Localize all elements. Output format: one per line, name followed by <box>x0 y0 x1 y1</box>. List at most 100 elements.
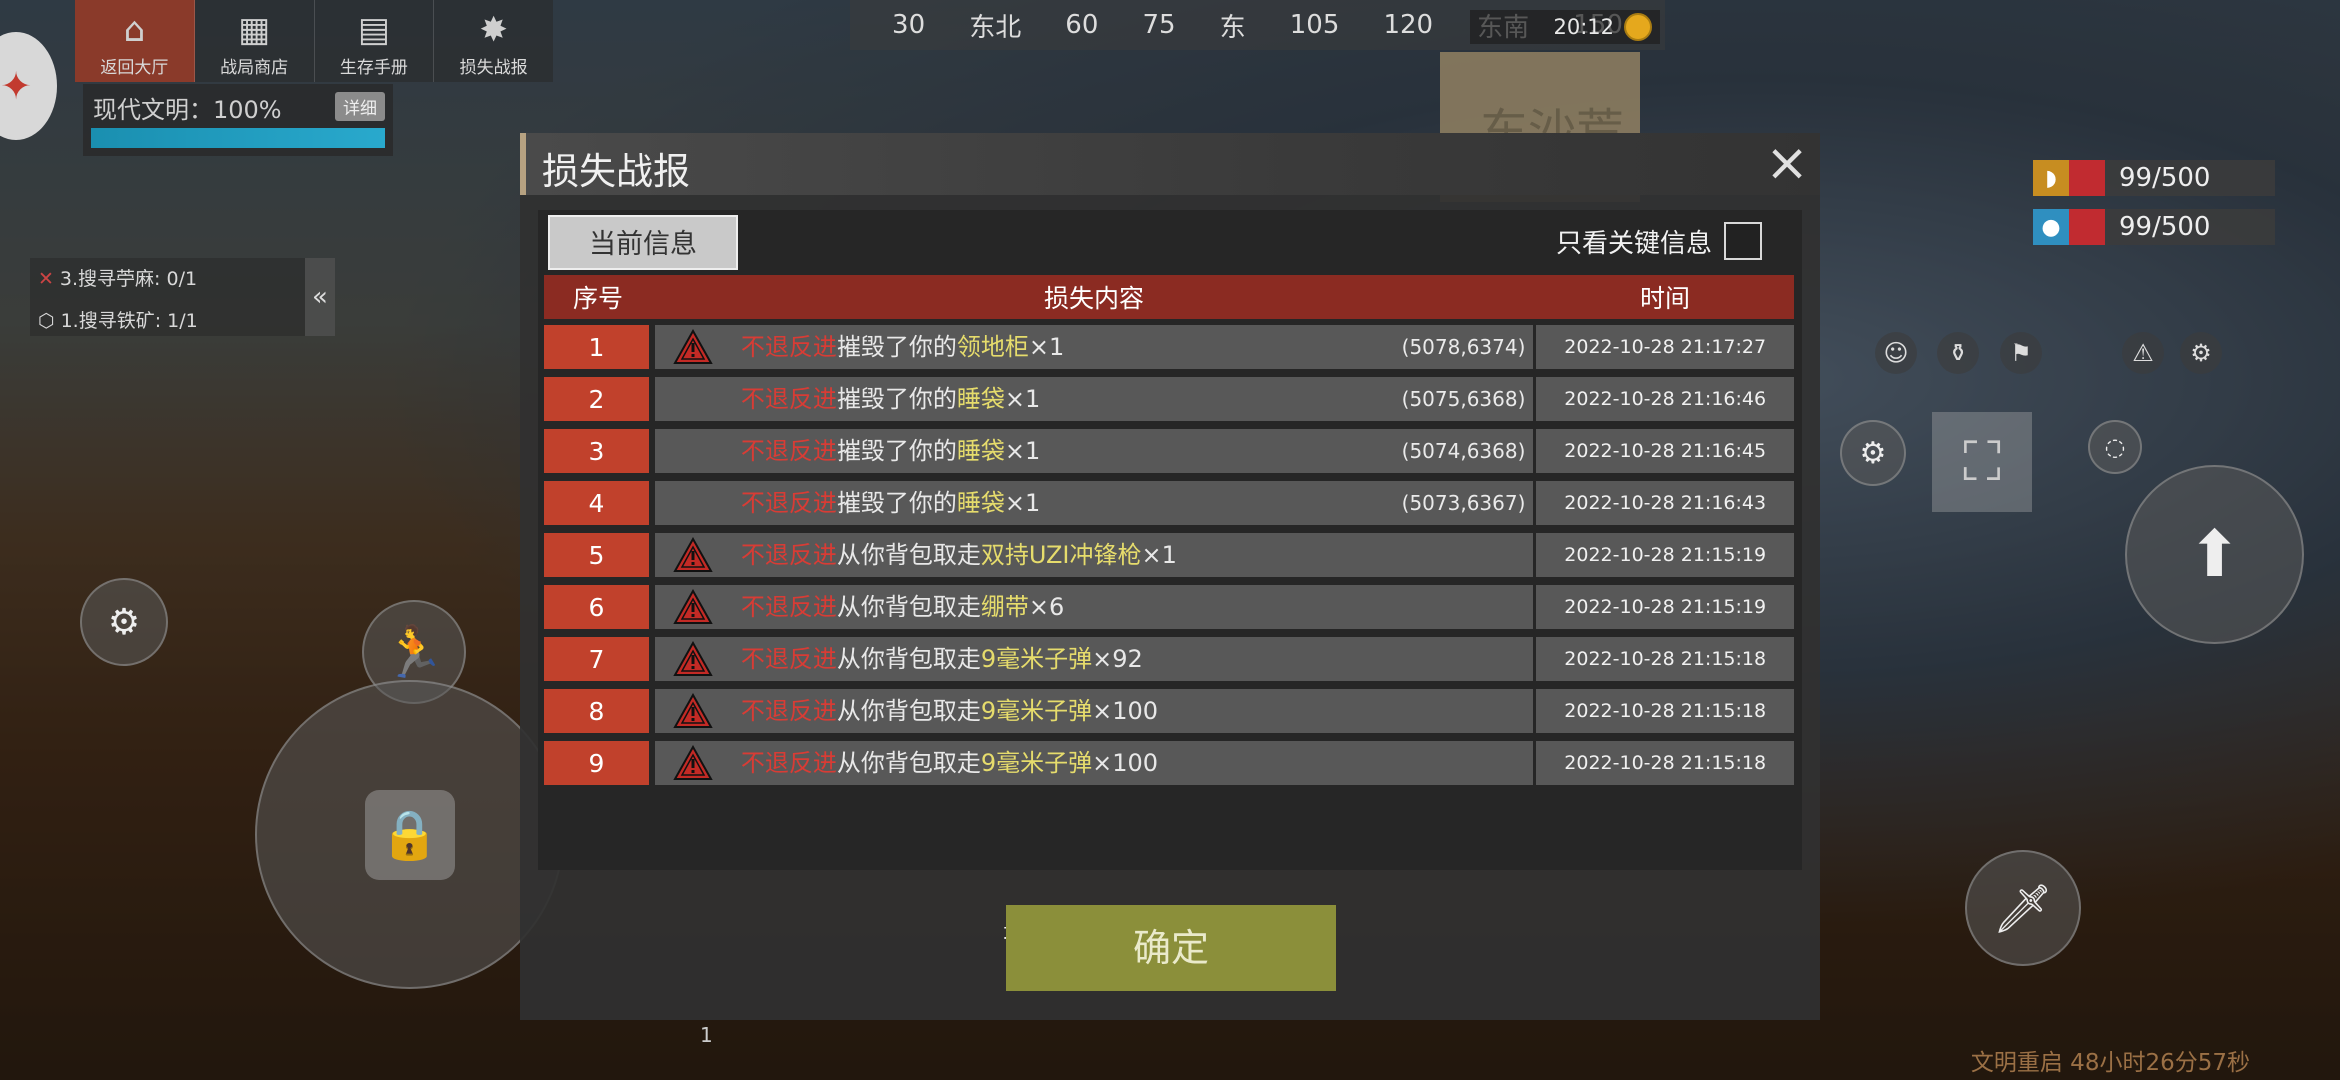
row-text: 不退反进摧毁了你的睡袋×1 <box>741 377 1040 421</box>
warning-icon <box>673 692 713 729</box>
dialog-title: 损失战报 <box>542 150 690 193</box>
item-name: 双持UZI冲锋枪 <box>980 541 1142 569</box>
confirm-button[interactable]: 确定 <box>1006 905 1336 991</box>
row-text: 不退反进摧毁了你的睡袋×1 <box>741 429 1040 473</box>
bottle-icon[interactable]: ⚱ <box>1937 332 1979 374</box>
key-info-checkbox[interactable] <box>1724 222 1762 260</box>
civilization-progress-fill <box>91 128 385 148</box>
knife-attack-button[interactable]: 🗡 <box>1965 850 2081 966</box>
map-gear-icon[interactable]: ⚙ <box>80 578 168 666</box>
key-info-filter[interactable]: 只看关键信息 <box>1556 222 1762 260</box>
shop-icon: ▦ <box>238 10 271 50</box>
status-bar: 20:12 <box>1470 10 1660 44</box>
row-time: 2022-10-28 21:15:18 <box>1536 741 1794 785</box>
hunger-icon: ◗ <box>2033 160 2069 196</box>
item-quantity: ×1 <box>1028 333 1065 361</box>
row-text: 不退反进摧毁了你的睡袋×1 <box>741 481 1040 525</box>
row-index: 3 <box>544 429 649 473</box>
action-verb: 从你背包取走 <box>836 593 981 621</box>
table-row: 4 不退反进摧毁了你的睡袋×1 (5073,6367) 2022-10-28 21:1… <box>544 481 1794 525</box>
item-name: 9毫米子弹 <box>980 749 1093 777</box>
hunger-value: 99/500 <box>2105 160 2275 196</box>
dialog-title-bar: 损失战报 × <box>520 133 1820 195</box>
table-row: 7 不退反进从你背包取走9毫米子弹×92 2022-10-28 21:15:18 <box>544 637 1794 681</box>
row-index: 8 <box>544 689 649 733</box>
item-quantity: ×1 <box>1141 541 1177 569</box>
item-quantity: ×92 <box>1092 645 1143 673</box>
movement-joystick[interactable]: 🔒 <box>255 680 564 989</box>
item-name: 睡袋 <box>956 437 1005 465</box>
nav-damage-report[interactable]: ✸ 损失战报 <box>434 0 553 82</box>
action-verb: 摧毁了你的 <box>836 333 957 361</box>
nav-shop[interactable]: ▦ 战局商店 <box>195 0 315 82</box>
actor-name: 不退反进 <box>740 489 837 517</box>
action-verb: 从你背包取走 <box>836 697 981 725</box>
flag-icon[interactable]: ⚑ <box>2000 332 2042 374</box>
warning-icon <box>673 588 713 625</box>
nav-label: 生存手册 <box>339 58 408 78</box>
row-index: 9 <box>544 741 649 785</box>
item-name: 领地柜 <box>956 333 1029 361</box>
action-verb: 摧毁了你的 <box>836 437 957 465</box>
row-text: 不退反进摧毁了你的领地柜×1 <box>741 325 1064 369</box>
stat-color-block <box>2069 209 2105 245</box>
table-row: 9 不退反进从你背包取走9毫米子弹×100 2022-10-28 21:15:18 <box>544 741 1794 785</box>
warning-icon <box>673 640 713 677</box>
backpack-icon[interactable]: ⛶ <box>1932 412 2032 512</box>
warning-icon <box>673 328 713 365</box>
nav-survival-manual[interactable]: ▤ 生存手册 <box>315 0 435 82</box>
table-row: 8 不退反进从你背包取走9毫米子弹×100 2022-10-28 21:15:18 <box>544 689 1794 733</box>
row-time: 2022-10-28 21:16:45 <box>1536 429 1794 473</box>
row-text: 不退反进从你背包取走9毫米子弹×92 <box>741 637 1143 681</box>
row-index: 2 <box>544 377 649 421</box>
task-item[interactable]: ✕ 3.搜寻苧麻: 0/1 <box>38 262 297 296</box>
row-time: 2022-10-28 21:16:46 <box>1536 377 1794 421</box>
row-time: 2022-10-28 21:15:18 <box>1536 637 1794 681</box>
column-header-time: 时间 <box>1639 284 1690 313</box>
small-action-icon[interactable]: ◌ <box>2088 420 2142 474</box>
compass-mark: 120 <box>1383 10 1434 40</box>
water-value: 99/500 <box>2105 209 2275 245</box>
nav-label: 返回大厅 <box>100 58 169 78</box>
settings-wheel-icon[interactable]: ⚙ <box>1840 420 1906 486</box>
actor-name: 不退反进 <box>740 593 837 621</box>
warning-icon[interactable]: ⚠ <box>2122 332 2164 374</box>
hunger-stat: ◗ 99/500 <box>2033 160 2275 196</box>
civilization-progress-bar <box>91 128 385 148</box>
nav-label: 战局商店 <box>220 58 289 78</box>
task-item[interactable]: ⬡ 1.搜寻铁矿: 1/1 <box>38 304 297 338</box>
sun-icon <box>1624 13 1652 41</box>
nav-label: 损失战报 <box>459 58 528 78</box>
civilization-detail-button[interactable]: 详细 <box>335 92 385 121</box>
top-nav: ⌂ 返回大厅 ▦ 战局商店 ▤ 生存手册 ✸ 损失战报 <box>75 0 553 82</box>
row-content: 不退反进从你背包取走9毫米子弹×92 <box>654 637 1534 681</box>
task-text: 1.搜寻铁矿: 1/1 <box>60 310 198 332</box>
tasks-collapse-button[interactable]: « <box>305 258 335 336</box>
row-index: 5 <box>544 533 649 577</box>
item-name: 9毫米子弹 <box>980 645 1093 673</box>
item-quantity: ×1 <box>1004 437 1041 465</box>
gear-icon[interactable]: ⚙ <box>2180 332 2222 374</box>
actor-name: 不退反进 <box>740 645 837 673</box>
table-row: 2 不退反进摧毁了你的睡袋×1 (5075,6368) 2022-10-28 21:1… <box>544 377 1794 421</box>
civilization-panel: 现代文明：100% 详细 <box>83 84 393 156</box>
lock-icon[interactable]: 🔒 <box>364 789 455 880</box>
row-text: 不退反进从你背包取走9毫米子弹×100 <box>741 689 1158 733</box>
row-index: 1 <box>544 325 649 369</box>
actor-name: 不退反进 <box>740 385 837 413</box>
jump-button[interactable]: ⬆ <box>2125 465 2304 644</box>
item-quantity: ×6 <box>1028 593 1065 621</box>
mask-icon[interactable]: ☺ <box>1875 332 1917 374</box>
nav-return-lobby[interactable]: ⌂ 返回大厅 <box>75 0 195 82</box>
damage-report-dialog: 损失战报 × 当前信息 只看关键信息 序号 损失内容 时间 1 不退反进摧毁了你的… <box>520 133 1820 1020</box>
close-icon[interactable]: × <box>1764 137 1810 189</box>
compass-mark: 60 <box>1065 10 1099 40</box>
tab-current-info[interactable]: 当前信息 <box>548 215 738 270</box>
row-content: 不退反进摧毁了你的睡袋×1 (5074,6368) <box>654 429 1534 473</box>
cross-icon: ✕ <box>38 268 54 290</box>
column-header-index: 序号 <box>572 284 623 313</box>
bottom-number: 1 <box>700 1023 713 1047</box>
house-icon: ⌂ <box>123 10 146 50</box>
warning-icon <box>673 744 713 781</box>
compass-mark: 30 <box>892 10 926 40</box>
